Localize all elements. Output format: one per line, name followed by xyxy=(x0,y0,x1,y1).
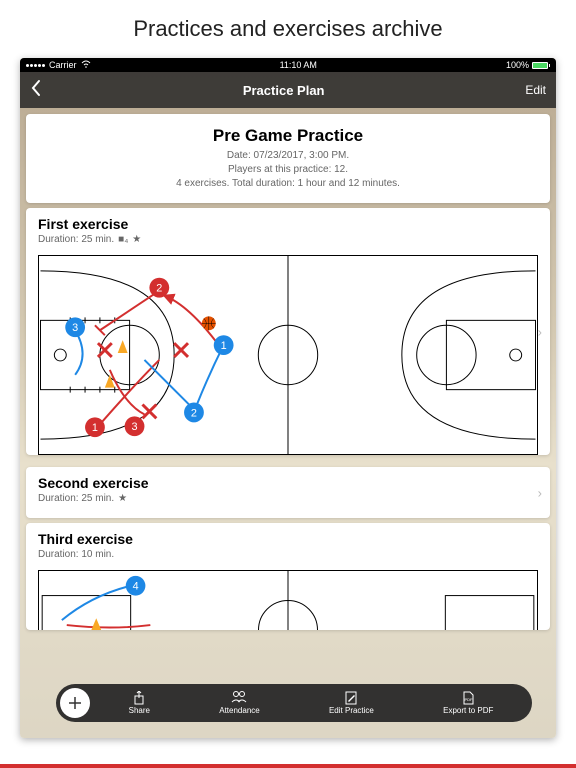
edit-icon xyxy=(345,691,357,705)
add-button[interactable] xyxy=(60,688,90,718)
exercise-duration: Duration: 25 min. xyxy=(38,234,114,245)
svg-text:PDF: PDF xyxy=(465,697,474,702)
exercise-card-3[interactable]: Third exercise Duration: 10 min. 4 xyxy=(26,523,550,630)
export-pdf-label: Export to PDF xyxy=(443,706,493,715)
export-pdf-button[interactable]: PDF Export to PDF xyxy=(443,691,493,715)
share-button[interactable]: Share xyxy=(129,691,150,715)
status-battery-pct: 100% xyxy=(506,60,529,70)
edit-button[interactable]: Edit xyxy=(525,83,546,97)
battery-icon xyxy=(532,62,550,69)
svg-text:3: 3 xyxy=(132,421,138,433)
exercise-duration: Duration: 10 min. xyxy=(38,549,114,560)
practice-header-card: Pre Game Practice Date: 07/23/2017, 3:00… xyxy=(26,114,550,203)
exercise-title: Second exercise xyxy=(38,475,538,491)
edit-practice-label: Edit Practice xyxy=(329,706,374,715)
content-scroll[interactable]: Pre Game Practice Date: 07/23/2017, 3:00… xyxy=(20,108,556,688)
nav-bar: Practice Plan Edit xyxy=(20,72,556,108)
svg-text:1: 1 xyxy=(221,340,227,352)
device-frame: Carrier 11:10 AM 100% Practice Plan Edit… xyxy=(20,58,556,738)
player-blue-1: 1 xyxy=(214,335,234,355)
practice-title: Pre Game Practice xyxy=(38,126,538,146)
exercise-card-1[interactable]: First exercise Duration: 25 min. ■₄ ★ › xyxy=(26,208,550,455)
nav-title: Practice Plan xyxy=(243,83,325,98)
wifi-icon xyxy=(81,60,91,70)
signal-icon xyxy=(26,64,45,67)
exercise-title: Third exercise xyxy=(38,531,538,547)
exercise-title: First exercise xyxy=(38,216,538,232)
practice-players: Players at this practice: 12. xyxy=(38,163,538,177)
back-button[interactable] xyxy=(30,79,42,102)
status-bar: Carrier 11:10 AM 100% xyxy=(20,58,556,72)
svg-text:4: 4 xyxy=(133,581,139,593)
bottom-toolbar: Share Attendance Edit Practice PDF Expor… xyxy=(56,684,532,722)
attendance-label: Attendance xyxy=(219,706,259,715)
share-icon xyxy=(133,691,145,705)
edit-practice-button[interactable]: Edit Practice xyxy=(329,691,374,715)
player-red-3: 3 xyxy=(125,416,145,436)
exercise-duration: Duration: 25 min. xyxy=(38,493,114,504)
marketing-header: Practices and exercises archive xyxy=(0,0,576,58)
svg-text:2: 2 xyxy=(156,283,162,295)
video-icon: ■₄ xyxy=(118,234,128,245)
player-blue-2: 2 xyxy=(184,403,204,423)
practice-summary: 4 exercises. Total duration: 1 hour and … xyxy=(38,177,538,191)
basketball-court-diagram: 2 3 1 1 2 3 xyxy=(38,255,538,455)
svg-text:2: 2 xyxy=(191,407,197,419)
chevron-right-icon: › xyxy=(538,485,542,500)
star-icon: ★ xyxy=(132,234,141,245)
accent-bar xyxy=(0,764,576,768)
share-label: Share xyxy=(129,706,150,715)
pdf-icon: PDF xyxy=(462,691,474,705)
basketball-court-diagram: 4 xyxy=(38,570,538,630)
svg-text:3: 3 xyxy=(72,322,78,334)
svg-text:1: 1 xyxy=(92,422,98,434)
chevron-right-icon: › xyxy=(538,324,542,339)
exercise-card-2[interactable]: Second exercise Duration: 25 min. ★ › xyxy=(26,467,550,518)
player-red-1: 1 xyxy=(85,417,105,437)
star-icon: ★ xyxy=(118,493,127,504)
player-blue-3: 3 xyxy=(65,317,85,337)
player-red-2: 2 xyxy=(149,278,169,298)
attendance-icon xyxy=(231,691,247,705)
status-time: 11:10 AM xyxy=(280,60,317,70)
status-carrier: Carrier xyxy=(49,60,77,70)
marketing-headline: Practices and exercises archive xyxy=(133,16,442,42)
practice-date: Date: 07/23/2017, 3:00 PM. xyxy=(38,149,538,163)
attendance-button[interactable]: Attendance xyxy=(219,691,259,715)
